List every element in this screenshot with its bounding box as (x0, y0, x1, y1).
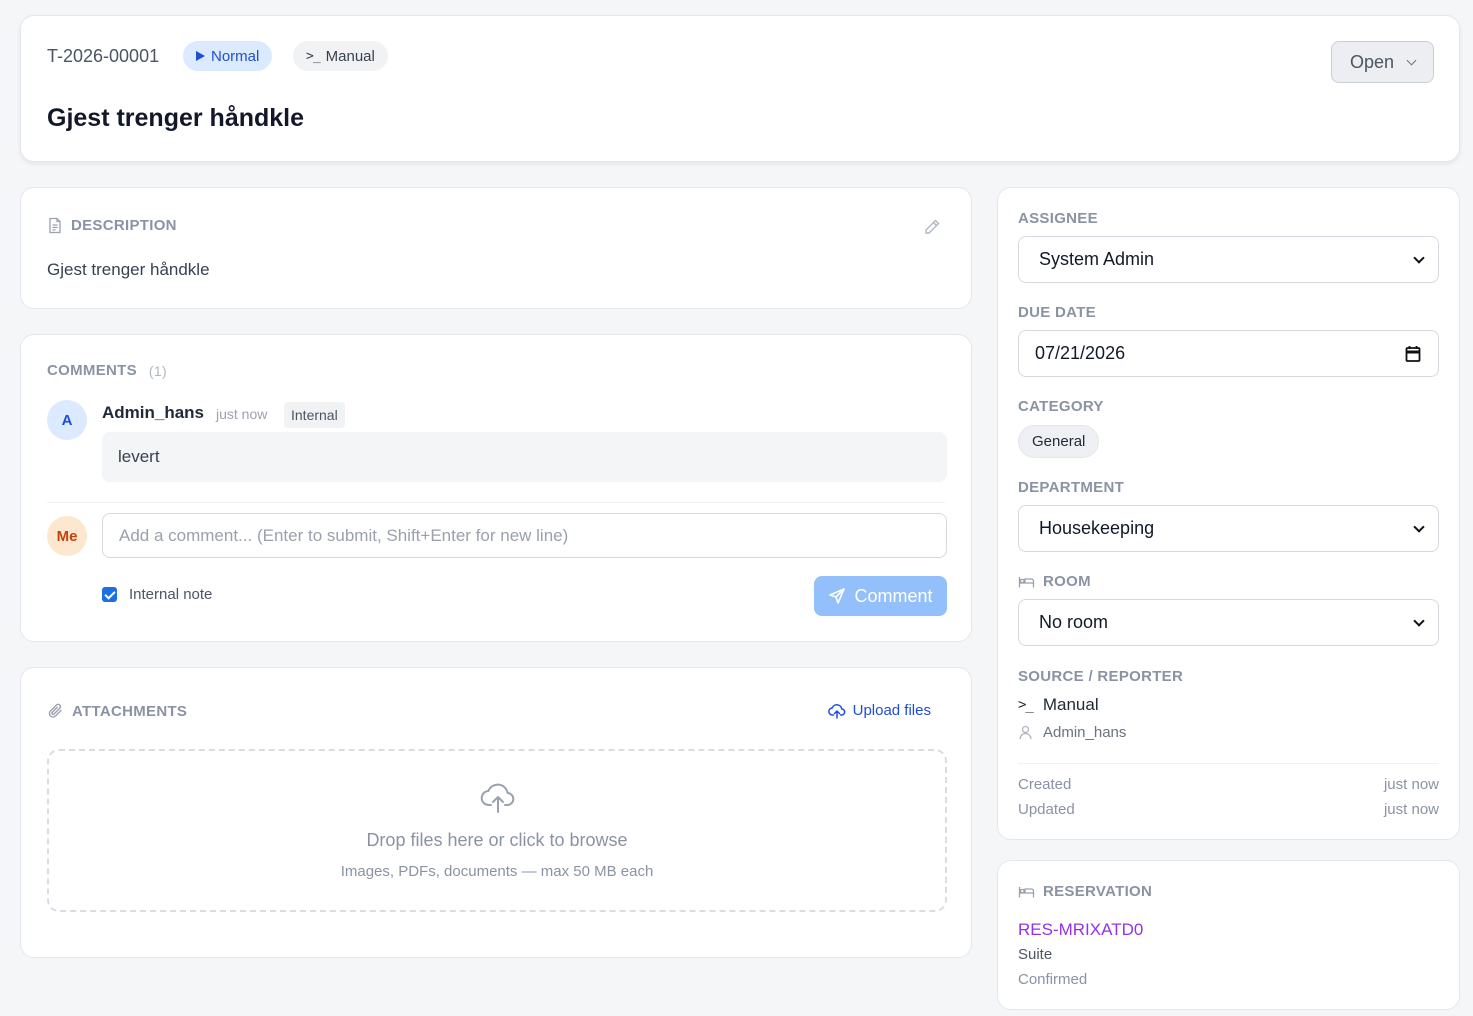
user-icon (1019, 725, 1032, 740)
due-date-value: 07/21/2026 (1035, 343, 1126, 363)
pencil-icon[interactable] (923, 218, 941, 241)
attachments-label: ATTACHMENTS (72, 702, 188, 720)
chevron-down-icon (1413, 521, 1425, 533)
attachments-heading: ATTACHMENTS (47, 702, 187, 720)
description-text: Gjest trenger håndkle (47, 260, 210, 279)
comment-button[interactable]: Comment (814, 576, 947, 616)
terminal-icon: >_ (1018, 697, 1034, 713)
chevron-down-icon (1413, 615, 1425, 627)
room-value: No room (1039, 612, 1109, 632)
chevron-down-icon (1406, 55, 1417, 65)
updated-row: Updated just now (1018, 801, 1439, 818)
paperclip-icon (48, 703, 62, 718)
properties-panel: ASSIGNEE System Admin DUE DATE 07/21/202… (997, 187, 1460, 840)
status-dropdown[interactable]: Open (1331, 41, 1434, 83)
reporter-value: Admin_hans (1043, 724, 1127, 741)
assignee-select[interactable]: System Admin (1018, 236, 1439, 283)
internal-note-toggle[interactable]: Internal note (102, 586, 212, 603)
due-date-label: DUE DATE (1018, 304, 1096, 321)
comment-button-label: Comment (854, 585, 933, 606)
description-heading: DESCRIPTION (47, 217, 177, 234)
play-icon (196, 51, 205, 61)
document-icon (49, 217, 61, 234)
comments-card: COMMENTS (1) A Admin_hans just now Inter… (20, 334, 972, 642)
avatar: A (47, 400, 87, 440)
assignee-value: System Admin (1039, 249, 1155, 269)
file-dropzone[interactable]: Drop files here or click to browse Image… (47, 749, 947, 912)
divider (1018, 763, 1439, 764)
reservation-label: RESERVATION (1043, 883, 1153, 900)
priority-badge: Normal (183, 41, 273, 71)
send-icon (829, 588, 846, 604)
internal-note-label: Internal note (129, 586, 213, 603)
source-row: >_ Manual (1018, 695, 1099, 715)
source-badge: >_ Manual (293, 41, 388, 71)
updated-label: Updated (1018, 801, 1075, 818)
department-select[interactable]: Housekeeping (1018, 505, 1439, 552)
comment-input[interactable] (102, 513, 947, 558)
source-reporter-label: SOURCE / REPORTER (1018, 668, 1184, 685)
cloud-upload-icon (827, 703, 845, 719)
internal-note-checkbox[interactable] (102, 587, 117, 602)
description-label: DESCRIPTION (71, 217, 177, 234)
bed-icon (1018, 576, 1035, 587)
room-select[interactable]: No room (1018, 599, 1439, 646)
category-label: CATEGORY (1018, 398, 1104, 415)
upload-files-link[interactable]: Upload files (827, 702, 931, 719)
reservation-room-type: Suite (1018, 946, 1053, 963)
updated-value: just now (1383, 801, 1439, 818)
due-date-input[interactable]: 07/21/2026 (1018, 330, 1439, 377)
page-title: Gjest trenger håndkle (47, 104, 305, 132)
divider (47, 502, 945, 503)
my-avatar: Me (47, 516, 87, 556)
comment-time: just now (216, 406, 268, 422)
status-label: Open (1349, 51, 1395, 72)
bed-icon (1018, 886, 1035, 897)
dropzone-title: Drop files here or click to browse (366, 830, 628, 850)
upload-files-label: Upload files (852, 702, 931, 719)
room-label: ROOM (1043, 573, 1091, 590)
chevron-down-icon (1413, 252, 1425, 264)
department-label: DEPARTMENT (1018, 479, 1125, 496)
source-value: Manual (1042, 695, 1099, 714)
category-chip[interactable]: General (1018, 425, 1100, 458)
description-card: DESCRIPTION Gjest trenger håndkle (20, 187, 972, 309)
cloud-upload-icon (480, 783, 515, 813)
comment-author: Admin_hans (102, 403, 205, 422)
comments-label: COMMENTS (47, 362, 137, 379)
ticket-id: T-2026-00001 (47, 46, 160, 66)
created-label: Created (1018, 776, 1072, 793)
comments-count: (1) (148, 362, 167, 379)
reporter-row: Admin_hans (1018, 724, 1126, 741)
ticket-header: T-2026-00001 Normal >_ Manual Open Gjest… (20, 15, 1460, 162)
reservation-link[interactable]: RES-MRIXATD0 (1018, 920, 1143, 940)
comments-heading: COMMENTS (1) (47, 362, 167, 379)
dropzone-subtitle: Images, PDFs, documents — max 50 MB each (340, 863, 654, 880)
reservation-card: RESERVATION RES-MRIXATD0 Suite Confirmed (997, 860, 1460, 1010)
terminal-icon: >_ (306, 48, 321, 64)
calendar-icon[interactable] (1405, 345, 1421, 363)
created-value: just now (1383, 776, 1439, 793)
priority-label: Normal (211, 47, 260, 65)
source-label: Manual (325, 47, 375, 65)
assignee-label: ASSIGNEE (1018, 210, 1098, 227)
room-heading: ROOM (1018, 573, 1091, 590)
department-value: Housekeeping (1039, 518, 1155, 538)
internal-badge: Internal (284, 402, 345, 428)
reservation-status: Confirmed (1018, 971, 1088, 988)
comment-body: levert (102, 432, 947, 482)
attachments-card: ATTACHMENTS Upload files Drop files here… (20, 667, 972, 958)
reservation-heading: RESERVATION (1018, 883, 1152, 900)
created-row: Created just now (1018, 776, 1439, 793)
